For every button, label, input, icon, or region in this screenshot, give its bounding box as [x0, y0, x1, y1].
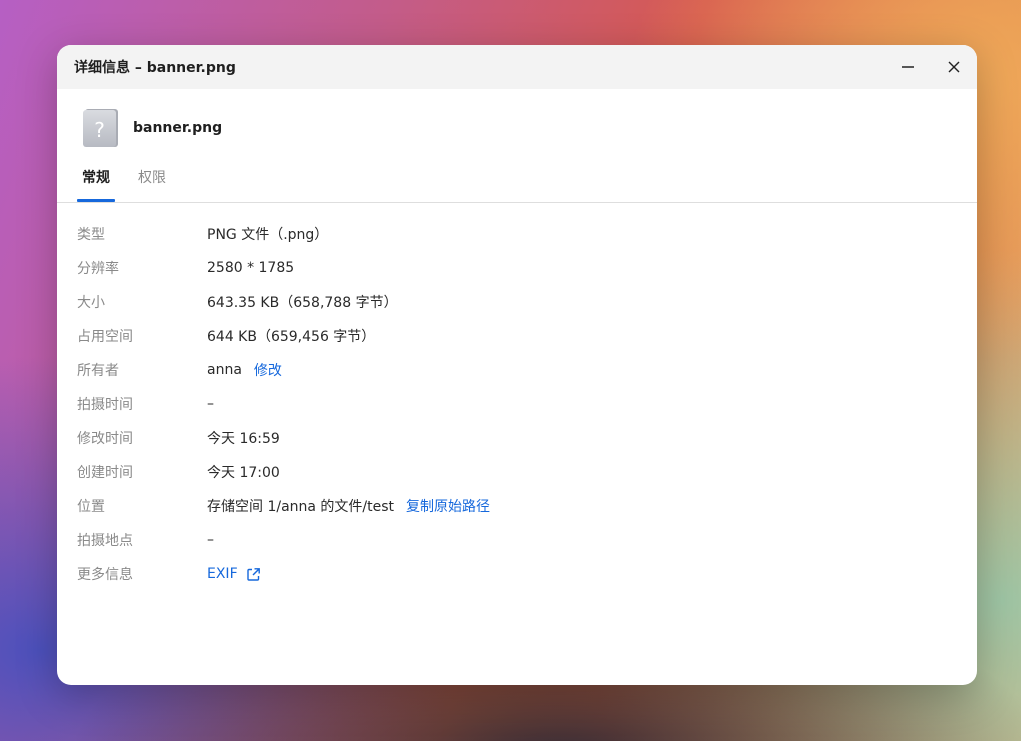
shot-place-value: – — [207, 532, 214, 548]
property-row-shot-place: 拍摄地点 – — [57, 523, 977, 557]
type-label: 类型 — [77, 227, 105, 243]
modified-label: 修改时间 — [77, 431, 133, 447]
file-header: ? banner.png — [57, 89, 977, 150]
title-bar[interactable]: 详细信息 – banner.png — [57, 45, 977, 89]
property-row-disk-size: 占用空间 644 KB（659,456 字节） — [57, 319, 977, 353]
minimize-icon — [902, 66, 914, 68]
disk-size-label: 占用空间 — [77, 329, 133, 345]
resolution-label: 分辨率 — [77, 261, 119, 277]
size-value: 643.35 KB（658,788 字节） — [207, 295, 398, 311]
owner-value: anna — [207, 362, 242, 378]
details-window: 详细信息 – banner.png ? banner.png 常规 权限 类型 … — [57, 45, 977, 685]
tab-general[interactable]: 常规 — [77, 168, 115, 202]
property-row-location: 位置 存储空间 1/anna 的文件/test 复制原始路径 — [57, 489, 977, 523]
svg-text:?: ? — [94, 118, 105, 142]
created-label: 创建时间 — [77, 465, 133, 481]
resolution-value: 2580 * 1785 — [207, 260, 295, 276]
property-row-shot-time: 拍摄时间 – — [57, 387, 977, 421]
type-value: PNG 文件（.png） — [207, 227, 329, 243]
owner-value-group: anna 修改 — [207, 360, 282, 380]
file-name: banner.png — [133, 120, 223, 136]
property-row-owner: 所有者 anna 修改 — [57, 353, 977, 387]
tab-bar: 常规 权限 — [57, 168, 977, 203]
tab-permissions[interactable]: 权限 — [133, 168, 171, 202]
property-row-resolution: 分辨率 2580 * 1785 — [57, 251, 977, 285]
copy-path-link[interactable]: 复制原始路径 — [406, 496, 490, 516]
close-icon — [948, 61, 960, 73]
size-label: 大小 — [77, 295, 105, 311]
change-owner-link[interactable]: 修改 — [254, 360, 282, 380]
owner-label: 所有者 — [77, 363, 119, 379]
disk-size-value: 644 KB（659,456 字节） — [207, 329, 376, 345]
property-row-more-info: 更多信息 EXIF — [57, 557, 977, 591]
property-row-created: 创建时间 今天 17:00 — [57, 455, 977, 489]
exif-link[interactable]: EXIF — [207, 566, 238, 582]
property-row-modified: 修改时间 今天 16:59 — [57, 421, 977, 455]
property-row-type: 类型 PNG 文件（.png） — [57, 217, 977, 251]
more-info-label: 更多信息 — [77, 567, 133, 583]
shot-time-label: 拍摄时间 — [77, 397, 133, 413]
shot-time-value: – — [207, 396, 214, 412]
properties-list: 类型 PNG 文件（.png） 分辨率 2580 * 1785 大小 643.3… — [57, 203, 977, 591]
location-value-group: 存储空间 1/anna 的文件/test 复制原始路径 — [207, 496, 490, 516]
property-row-size: 大小 643.35 KB（658,788 字节） — [57, 285, 977, 319]
shot-place-label: 拍摄地点 — [77, 533, 133, 549]
location-value: 存储空间 1/anna 的文件/test — [207, 499, 395, 515]
window-title: 详细信息 – banner.png — [74, 60, 236, 76]
location-label: 位置 — [77, 499, 105, 515]
more-info-value-group: EXIF — [207, 566, 261, 582]
close-button[interactable] — [940, 53, 968, 81]
created-value: 今天 17:00 — [207, 465, 280, 481]
minimize-button[interactable] — [894, 53, 922, 81]
external-link-icon[interactable] — [246, 567, 261, 582]
modified-value: 今天 16:59 — [207, 431, 280, 447]
unknown-file-icon: ? — [83, 109, 118, 147]
desktop-background: 详细信息 – banner.png ? banner.png 常规 权限 类型 … — [0, 0, 1021, 741]
